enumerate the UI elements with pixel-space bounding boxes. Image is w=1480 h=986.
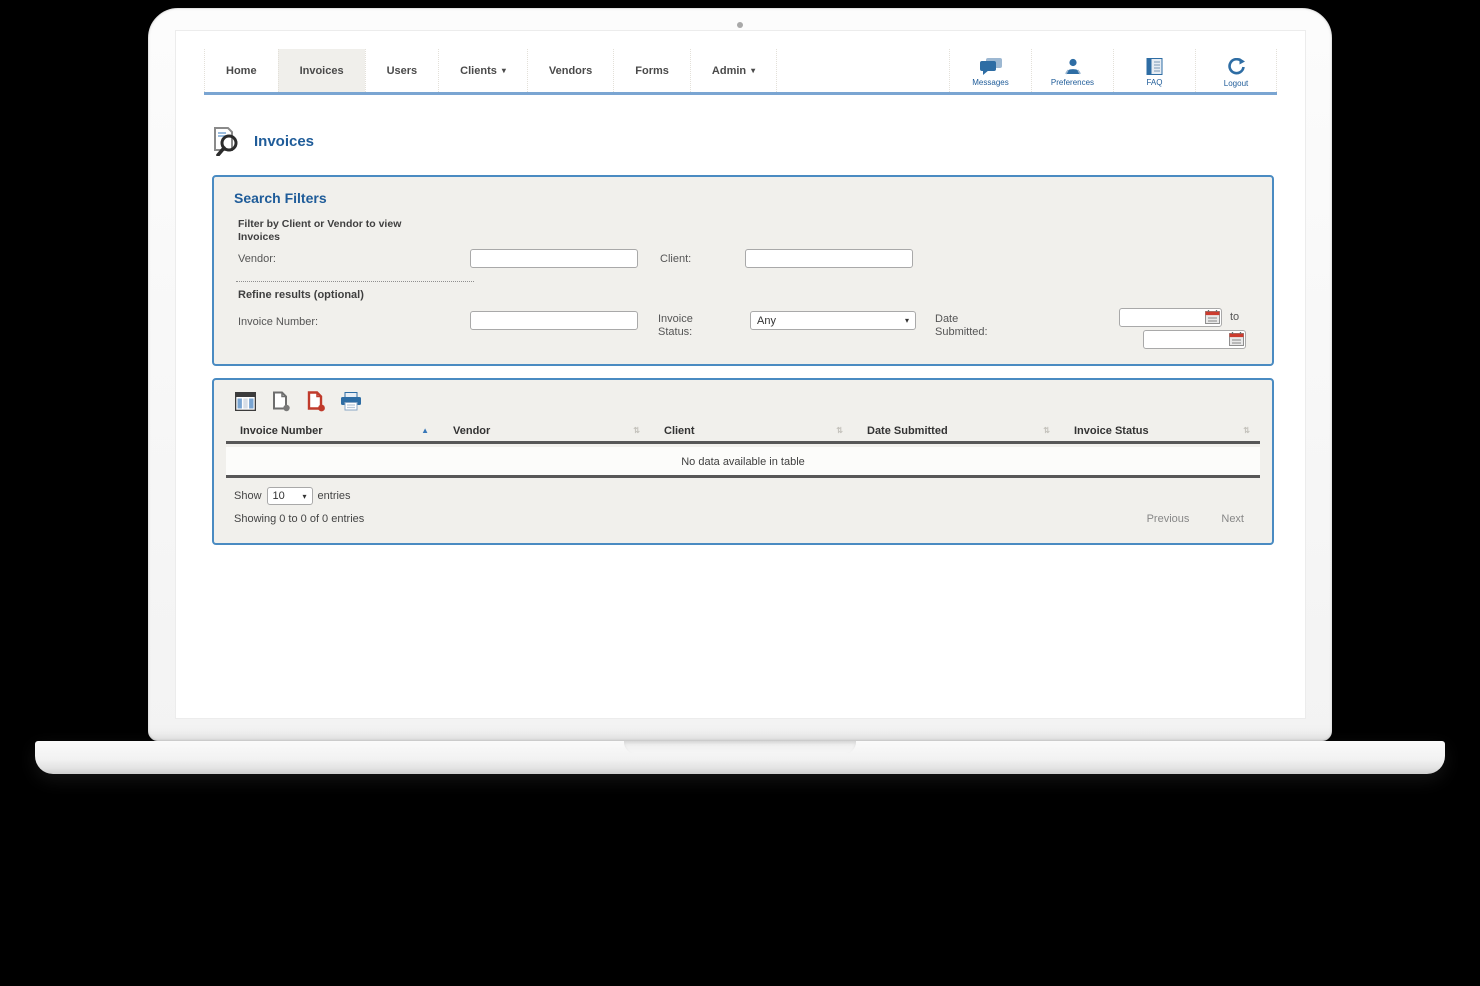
column-label: Invoice Number [240,425,323,437]
export-pdf-icon[interactable] [304,390,327,412]
table-header-row: Invoice Number ▲ Vendor ⇅ Client ⇅ Date … [226,420,1260,444]
util-label: Preferences [1051,78,1094,87]
page-size-select[interactable]: 10 ▾ [267,487,313,505]
sort-both-icon: ⇅ [1243,426,1250,435]
page-size-value: 10 [273,490,285,502]
nav-item-invoices[interactable]: Invoices [278,49,365,92]
invoice-status-select[interactable]: Any ▾ [750,311,916,330]
nav-label: Forms [635,65,669,77]
invoice-number-label: Invoice Number: [238,316,318,328]
messages-icon [979,58,1003,75]
search-filters-panel: Search Filters Filter by Client or Vendo… [212,175,1274,366]
column-label: Client [664,425,695,437]
table-view-icon[interactable] [234,390,257,412]
preferences-icon [1064,58,1082,75]
column-header-date-submitted[interactable]: Date Submitted ⇅ [853,420,1060,441]
filters-divider [236,281,474,282]
logout-button[interactable]: Logout [1195,49,1277,92]
util-label: FAQ [1146,78,1162,87]
nav-item-home[interactable]: Home [204,49,278,92]
page-title: Invoices [254,133,314,150]
invoice-number-input[interactable] [470,311,638,330]
caret-down-icon: ▾ [751,66,755,75]
print-icon[interactable] [339,390,362,412]
previous-button[interactable]: Previous [1147,513,1190,525]
caret-down-icon: ▾ [905,316,909,325]
client-label: Client: [660,253,691,265]
logout-icon [1227,58,1246,76]
filters-subheading: Filter by Client or Vendor to view Invoi… [238,218,438,244]
table-toolbar [234,390,362,412]
results-panel: Invoice Number ▲ Vendor ⇅ Client ⇅ Date … [212,378,1274,545]
faq-icon [1146,58,1163,75]
invoice-search-icon [212,126,243,156]
sort-both-icon: ⇅ [633,426,640,435]
refine-results-heading: Refine results (optional) [238,289,364,301]
nav-utilities: Messages Preferences [949,49,1277,92]
preferences-button[interactable]: Preferences [1031,49,1113,92]
nav-menu: Home Invoices Users Clients ▾ Vendors [204,49,777,92]
date-submitted-label: Date Submitted: [935,313,1007,339]
column-label: Vendor [453,425,490,437]
column-label: Date Submitted [867,425,948,437]
nav-label: Invoices [300,65,344,77]
empty-message: No data available in table [681,456,805,468]
top-navbar: Home Invoices Users Clients ▾ Vendors [204,49,1277,95]
date-range-to-label: to [1230,311,1239,323]
date-to-field [1143,329,1246,348]
nav-item-users[interactable]: Users [365,49,439,92]
nav-item-forms[interactable]: Forms [613,49,690,92]
page-size-control: Show 10 ▾ entries [234,487,351,505]
app-viewport: Home Invoices Users Clients ▾ Vendors [176,31,1305,718]
nav-item-vendors[interactable]: Vendors [527,49,613,92]
laptop-screen-frame: Home Invoices Users Clients ▾ Vendors [148,8,1332,741]
faq-button[interactable]: FAQ [1113,49,1195,92]
util-label: Messages [972,78,1008,87]
column-header-invoice-number[interactable]: Invoice Number ▲ [226,420,439,441]
vendor-label: Vendor: [238,253,276,265]
nav-label: Users [387,65,418,77]
nav-item-clients[interactable]: Clients ▾ [438,49,527,92]
show-label: Show [234,490,262,502]
calendar-icon[interactable] [1204,308,1221,325]
column-header-invoice-status[interactable]: Invoice Status ⇅ [1060,420,1260,441]
nav-label: Vendors [549,65,592,77]
nav-item-admin[interactable]: Admin ▾ [690,49,777,92]
messages-button[interactable]: Messages [949,49,1031,92]
caret-down-icon: ▾ [502,66,506,75]
caret-down-icon: ▾ [303,492,307,501]
date-from-field [1119,307,1222,326]
export-copy-icon[interactable] [269,390,292,412]
table-summary: Showing 0 to 0 of 0 entries [234,513,364,525]
nav-label: Clients [460,65,497,77]
sort-both-icon: ⇅ [1043,426,1050,435]
nav-label: Admin [712,65,746,77]
column-label: Invoice Status [1074,425,1149,437]
calendar-icon[interactable] [1228,330,1245,347]
page-background: Home Invoices Users Clients ▾ Vendors [0,0,1480,986]
nav-label: Home [226,65,257,77]
webcam-dot [737,22,743,28]
entries-label: entries [318,490,351,502]
next-button[interactable]: Next [1221,513,1244,525]
pagination: Previous Next [1147,513,1244,525]
column-header-client[interactable]: Client ⇅ [650,420,853,441]
table-empty-row: No data available in table [226,447,1260,478]
util-label: Logout [1224,79,1248,88]
column-header-vendor[interactable]: Vendor ⇅ [439,420,650,441]
invoice-status-label: Invoice Status: [658,313,716,339]
vendor-input[interactable] [470,249,638,268]
sort-ascending-icon: ▲ [421,426,429,435]
client-input[interactable] [745,249,913,268]
page-header: Invoices [212,126,314,156]
search-filters-heading: Search Filters [234,190,327,206]
invoice-status-value: Any [757,315,776,327]
sort-both-icon: ⇅ [836,426,843,435]
laptop-base-notch [624,741,856,754]
laptop-base [35,741,1445,774]
